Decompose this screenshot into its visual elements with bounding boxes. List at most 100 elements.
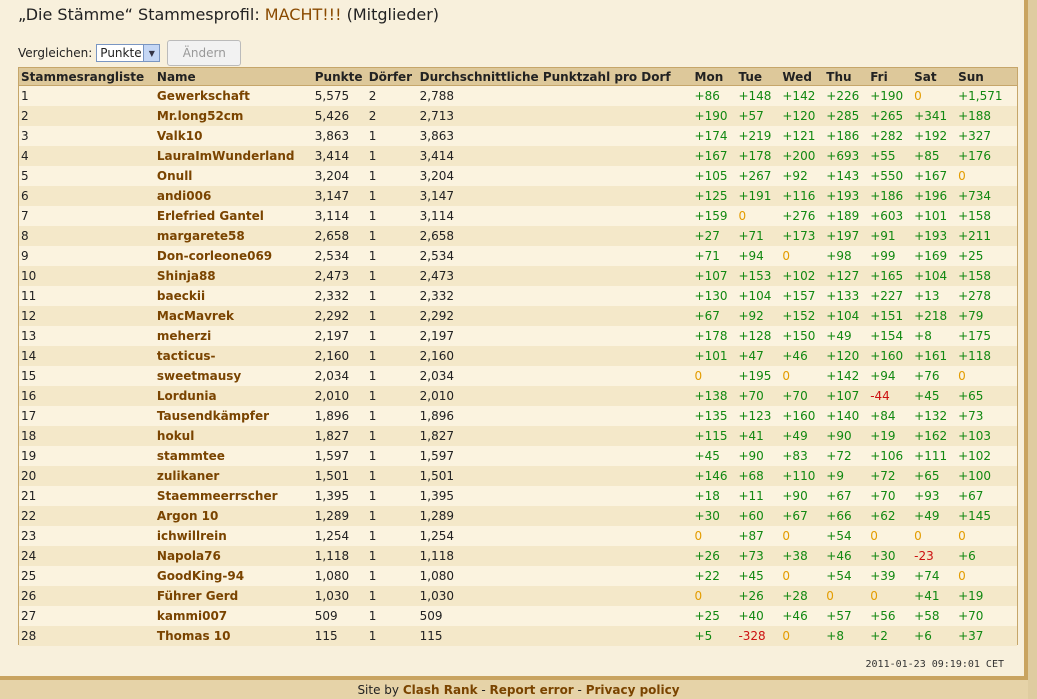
table-row: 15 sweetmausy 2,034 1 2,034 0 +195 0 +142 +94 +76 0 bbox=[19, 366, 1017, 386]
table-row: 4 LauraImWunderland 3,414 1 3,414 +167 +178 +20… bbox=[19, 146, 1017, 166]
daily-change-cell: 0 bbox=[782, 246, 827, 266]
daily-change-cell: +46 bbox=[826, 546, 871, 566]
value-cell: 2,332 bbox=[314, 286, 369, 306]
daily-change-cell: +175 bbox=[958, 326, 1017, 346]
player-name-link[interactable]: LauraImWunderland bbox=[156, 146, 315, 166]
daily-change-cell: +127 bbox=[826, 266, 871, 286]
value-cell: 2,010 bbox=[419, 386, 695, 406]
daily-change-cell: +121 bbox=[782, 126, 827, 146]
player-name-link[interactable]: Napola76 bbox=[156, 546, 315, 566]
privacy-policy-link[interactable]: Privacy policy bbox=[586, 683, 680, 697]
daily-change-cell: +130 bbox=[694, 286, 739, 306]
table-header-row: Stammesrangliste Name Punkte Dörfer Durchsch… bbox=[19, 68, 1017, 86]
value-cell: 1 bbox=[368, 626, 420, 646]
player-name-link[interactable]: sweetmausy bbox=[156, 366, 315, 386]
daily-change-cell: +2 bbox=[870, 626, 915, 646]
clash-rank-link[interactable]: Clash Rank bbox=[403, 683, 478, 697]
player-name-link[interactable]: Mr.long52cm bbox=[156, 106, 315, 126]
player-name-link[interactable]: meherzi bbox=[156, 326, 315, 346]
daily-change-cell: +193 bbox=[914, 226, 959, 246]
player-name-link[interactable]: Onull bbox=[156, 166, 315, 186]
page-title: „Die Stämme“ Stammesprofil: MACHT!!! (Mi… bbox=[18, 5, 439, 24]
player-name-link[interactable]: Argon 10 bbox=[156, 506, 315, 526]
player-name-link[interactable]: stammtee bbox=[156, 446, 315, 466]
compare-select[interactable]: Punkte ▼ bbox=[96, 44, 161, 62]
value-cell: 1 bbox=[368, 546, 420, 566]
daily-change-cell: +91 bbox=[870, 226, 915, 246]
daily-change-cell: +65 bbox=[958, 386, 1017, 406]
player-name-link[interactable]: Staemmeerrscher bbox=[156, 486, 315, 506]
value-cell: 2,034 bbox=[314, 366, 369, 386]
player-name-link[interactable]: Valk10 bbox=[156, 126, 315, 146]
change-button[interactable]: Ändern bbox=[167, 40, 242, 66]
player-name-link[interactable]: Lordunia bbox=[156, 386, 315, 406]
daily-change-cell: +72 bbox=[826, 446, 871, 466]
rank-cell: 18 bbox=[19, 426, 157, 446]
player-name-link[interactable]: GoodKing-94 bbox=[156, 566, 315, 586]
value-cell: 3,414 bbox=[314, 146, 369, 166]
player-name-link[interactable]: baeckii bbox=[156, 286, 315, 306]
rank-cell: 19 bbox=[19, 446, 157, 466]
compare-select-value: Punkte bbox=[100, 46, 142, 60]
player-name-link[interactable]: Shinja88 bbox=[156, 266, 315, 286]
chevron-down-icon[interactable]: ▼ bbox=[143, 45, 160, 61]
player-name-link[interactable]: Gewerkschaft bbox=[156, 85, 315, 106]
value-cell: 2,197 bbox=[419, 326, 695, 346]
daily-change-cell: +106 bbox=[870, 446, 915, 466]
daily-change-cell: +197 bbox=[826, 226, 871, 246]
column-header: Sat bbox=[914, 68, 959, 86]
daily-change-cell: +19 bbox=[870, 426, 915, 446]
rank-cell: 15 bbox=[19, 366, 157, 386]
daily-change-cell: +70 bbox=[870, 486, 915, 506]
daily-change-cell: +25 bbox=[694, 606, 739, 626]
player-name-link[interactable]: hokul bbox=[156, 426, 315, 446]
daily-change-cell: +211 bbox=[958, 226, 1017, 246]
player-name-link[interactable]: zulikaner bbox=[156, 466, 315, 486]
daily-change-cell: +73 bbox=[738, 546, 783, 566]
value-cell: 2,292 bbox=[314, 306, 369, 326]
value-cell: 1 bbox=[368, 446, 420, 466]
player-name-link[interactable]: andi006 bbox=[156, 186, 315, 206]
player-name-link[interactable]: Erlefried Gantel bbox=[156, 206, 315, 226]
value-cell: 5,426 bbox=[314, 106, 369, 126]
daily-change-cell: +265 bbox=[870, 106, 915, 126]
player-name-link[interactable]: ichwillrein bbox=[156, 526, 315, 546]
daily-change-cell: +8 bbox=[826, 626, 871, 646]
rank-cell: 8 bbox=[19, 226, 157, 246]
player-name-link[interactable]: MacMavrek bbox=[156, 306, 315, 326]
daily-change-cell: +5 bbox=[694, 626, 739, 646]
report-error-link[interactable]: Report error bbox=[490, 683, 574, 697]
daily-change-cell: +219 bbox=[738, 126, 783, 146]
value-cell: 1,254 bbox=[314, 526, 369, 546]
value-cell: 1,254 bbox=[419, 526, 695, 546]
player-name-link[interactable]: Thomas 10 bbox=[156, 626, 315, 646]
player-name-link[interactable]: Don-corleone069 bbox=[156, 246, 315, 266]
player-name-link[interactable]: Tausendkämpfer bbox=[156, 406, 315, 426]
daily-change-cell: 0 bbox=[694, 586, 739, 606]
scrollbar[interactable] bbox=[1028, 0, 1037, 699]
table-row: 9 Don-corleone069 2,534 1 2,534 +71 +94 0 +98 +99… bbox=[19, 246, 1017, 266]
daily-change-cell: +84 bbox=[870, 406, 915, 426]
daily-change-cell: +157 bbox=[782, 286, 827, 306]
footer-sep: - bbox=[573, 683, 586, 697]
rank-cell: 4 bbox=[19, 146, 157, 166]
tribe-name-link[interactable]: MACHT!!! bbox=[265, 5, 342, 24]
player-name-link[interactable]: Führer Gerd bbox=[156, 586, 315, 606]
table-row: 28 Thomas 10 115 1 115 +5 -328 0 +8 +2 +6 +37 bbox=[19, 626, 1017, 646]
value-cell: 1,118 bbox=[419, 546, 695, 566]
daily-change-cell: +26 bbox=[738, 586, 783, 606]
value-cell: 2,292 bbox=[419, 306, 695, 326]
rank-cell: 26 bbox=[19, 586, 157, 606]
daily-change-cell: +6 bbox=[914, 626, 959, 646]
player-name-link[interactable]: margarete58 bbox=[156, 226, 315, 246]
daily-change-cell: +67 bbox=[826, 486, 871, 506]
daily-change-cell: +734 bbox=[958, 186, 1017, 206]
daily-change-cell: +167 bbox=[914, 166, 959, 186]
player-name-link[interactable]: tacticus- bbox=[156, 346, 315, 366]
rank-cell: 17 bbox=[19, 406, 157, 426]
daily-change-cell: +200 bbox=[782, 146, 827, 166]
daily-change-cell: +45 bbox=[738, 566, 783, 586]
daily-change-cell: +191 bbox=[738, 186, 783, 206]
table-row: 24 Napola76 1,118 1 1,118 +26 +73 +38 +46 +30 -23 +… bbox=[19, 546, 1017, 566]
player-name-link[interactable]: kammi007 bbox=[156, 606, 315, 626]
